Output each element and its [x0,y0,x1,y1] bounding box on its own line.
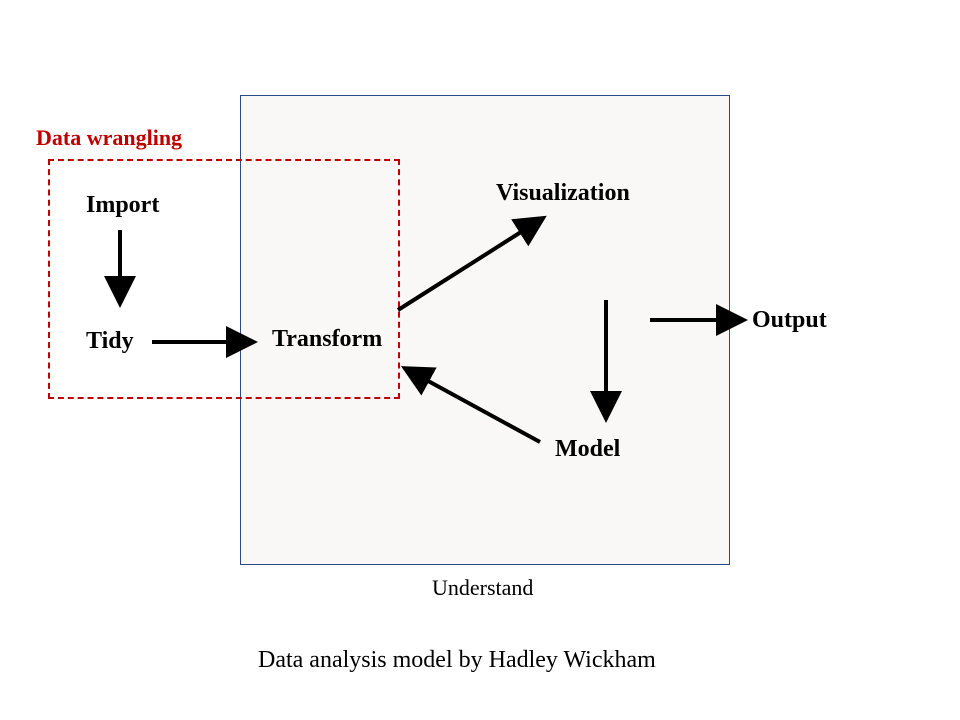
tidy-label: Tidy [86,328,134,355]
wrangling-label: Data wrangling [36,125,182,151]
understand-label: Understand [432,575,533,601]
transform-label: Transform [272,326,382,353]
output-label: Output [752,307,827,334]
model-label: Model [555,436,620,463]
visualization-label: Visualization [496,180,630,207]
import-label: Import [86,192,159,219]
diagram-caption: Data analysis model by Hadley Wickham [258,647,656,674]
